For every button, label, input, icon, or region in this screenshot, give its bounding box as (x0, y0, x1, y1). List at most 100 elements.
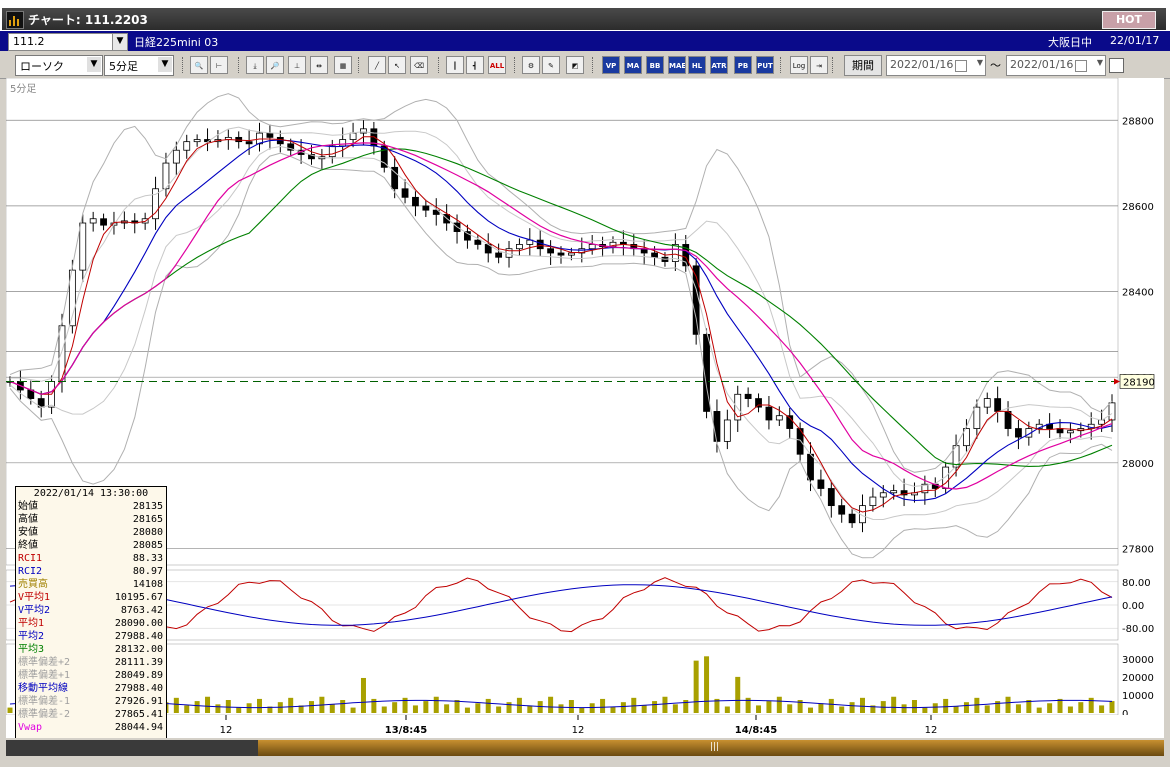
volume-bar (735, 676, 741, 713)
scrollbar-grip-icon[interactable]: ||| (710, 742, 719, 752)
data-window-value: 14108 (132, 579, 163, 590)
chart-type-select[interactable]: ローソク ▼ (15, 55, 103, 76)
hl-icon[interactable]: HL (688, 56, 706, 74)
volume-bar (485, 698, 491, 713)
volume-bar (932, 703, 938, 713)
wrench-icon[interactable]: ✎ (542, 56, 560, 74)
chevron-down-icon[interactable]: ▼ (977, 58, 983, 67)
volume-bar (620, 702, 626, 713)
put-icon[interactable]: PUT (756, 56, 774, 74)
candle-body (422, 205, 430, 211)
atr-icon[interactable]: ATR (710, 56, 728, 74)
pb-icon[interactable]: PB (734, 56, 752, 74)
pan-down-icon[interactable]: ⤓ (246, 56, 264, 74)
volume-bar (828, 698, 834, 713)
zoom-in-icon[interactable]: 🔍 (190, 56, 208, 74)
date-to-value: 2022/01/16 (1010, 58, 1074, 71)
volume-bar (194, 701, 200, 713)
ma-icon[interactable]: MA (624, 56, 642, 74)
log-icon[interactable]: Log (790, 56, 808, 74)
data-window-label: RCI1 (18, 553, 43, 564)
volume-bar (1036, 707, 1042, 713)
date-to-input[interactable]: 2022/01/16 ▼ (1006, 55, 1106, 76)
vp-icon[interactable]: VP (602, 56, 620, 74)
export-icon[interactable]: ⇥ (810, 56, 828, 74)
candle-body (713, 411, 721, 442)
period-button[interactable]: 期間 (844, 55, 882, 76)
volume-bar (496, 706, 502, 713)
price-tick-label: 28800 (1122, 116, 1154, 127)
crosshair-icon[interactable]: ⊥ (288, 56, 306, 74)
data-window-value: 28044.94 (114, 722, 163, 733)
candle-body (172, 149, 180, 164)
line-tool-icon[interactable]: ╱ (368, 56, 386, 74)
candle-body (1004, 411, 1012, 429)
title-bar: チャート: 111.2203 HOT (0, 0, 1170, 31)
market-name: 大阪日中 (1048, 36, 1092, 49)
volume-bar (246, 703, 252, 713)
data-window-label: 始値 (18, 501, 38, 512)
volume-bar (257, 698, 263, 713)
chart-area[interactable]: 2880028600284002820028000278005分足2819080… (5, 77, 1164, 745)
interval-select[interactable]: 5分足 ▼ (104, 55, 174, 76)
pane-label: 5分足 (10, 83, 36, 95)
candle-body (973, 406, 981, 429)
calendar-icon[interactable] (1075, 60, 1087, 72)
data-window-label: 高値 (18, 514, 38, 525)
volume-bar (308, 701, 314, 713)
data-window-label: 平均1 (18, 618, 45, 629)
volume-bar (288, 697, 294, 713)
pointer-icon[interactable]: ↖ (388, 56, 406, 74)
volume-bar (464, 707, 470, 713)
data-window-label: 標準偏差+2 (18, 657, 71, 668)
time-scrollbar[interactable]: ||| (0, 738, 1170, 767)
volume-bar (1067, 706, 1073, 713)
calc-icon[interactable]: ▦ (334, 56, 352, 74)
candle-icon[interactable]: ┃ (446, 56, 464, 74)
mae-icon[interactable]: MAE (668, 56, 686, 74)
volume-bar (7, 707, 13, 713)
interval-value: 5分足 (109, 60, 138, 73)
bar-icon[interactable]: ┫ (466, 56, 484, 74)
candle-body (557, 252, 565, 256)
range-icon[interactable]: ⇹ (310, 56, 328, 74)
palette-icon[interactable]: ◩ (566, 56, 584, 74)
bb-icon[interactable]: BB (646, 56, 664, 74)
range-checkbox[interactable] (1109, 58, 1124, 73)
settings-icon[interactable]: ⚙ (522, 56, 540, 74)
chevron-down-icon[interactable]: ▼ (112, 34, 127, 50)
chevron-down-icon[interactable]: ▼ (158, 57, 172, 72)
zoom-out-icon[interactable]: 🔎 (266, 56, 284, 74)
price-chart[interactable]: 2880028600284002820028000278005分足2819080… (5, 77, 1164, 745)
chevron-down-icon[interactable]: ▼ (87, 57, 101, 72)
eraser-icon[interactable]: ⌫ (410, 56, 428, 74)
data-window-label: 標準偏差-1 (18, 696, 71, 707)
volume-bar (340, 700, 346, 713)
volume-bar (527, 705, 533, 713)
all-icon[interactable]: ALL (488, 56, 506, 74)
volume-bar (963, 702, 969, 713)
hot-button[interactable]: HOT (1102, 11, 1156, 29)
candle-body (1108, 402, 1116, 421)
candle-body (401, 188, 409, 198)
toolbar: ローソク ▼ 5分足 ▼ 🔍 ⊢ ⤓ 🔎 ⊥ ⇹ ▦ ╱ ↖ ⌫ ┃ ┫ ALL ⚙ ✎ ◩ VP MA BB MAE… (0, 52, 1170, 79)
calendar-icon[interactable] (955, 60, 967, 72)
toolbar-separator (780, 57, 783, 73)
instrument-code-select[interactable]: 111.2 ▼ (8, 33, 128, 51)
candle-body (1067, 430, 1074, 434)
fit-icon[interactable]: ⊢ (210, 56, 228, 74)
date-from-input[interactable]: 2022/01/16 ▼ (886, 55, 986, 76)
candle-body (79, 222, 87, 271)
data-window-label: 売買高 (18, 579, 48, 590)
main-pane (5, 77, 1119, 566)
volume-bar (412, 705, 418, 713)
candle-body (869, 496, 877, 507)
candle-body (775, 415, 783, 421)
time-tick-label: 12 (220, 725, 233, 736)
data-window-row: 平均2 27988.40 (16, 630, 166, 643)
data-window-row: 移動平均線 27988.40 (16, 682, 166, 695)
data-window-row: 標準偏差+2 28111.39 (16, 656, 166, 669)
candle-body (651, 252, 658, 258)
volume-bar (433, 696, 439, 713)
chevron-down-icon[interactable]: ▼ (1097, 58, 1103, 67)
